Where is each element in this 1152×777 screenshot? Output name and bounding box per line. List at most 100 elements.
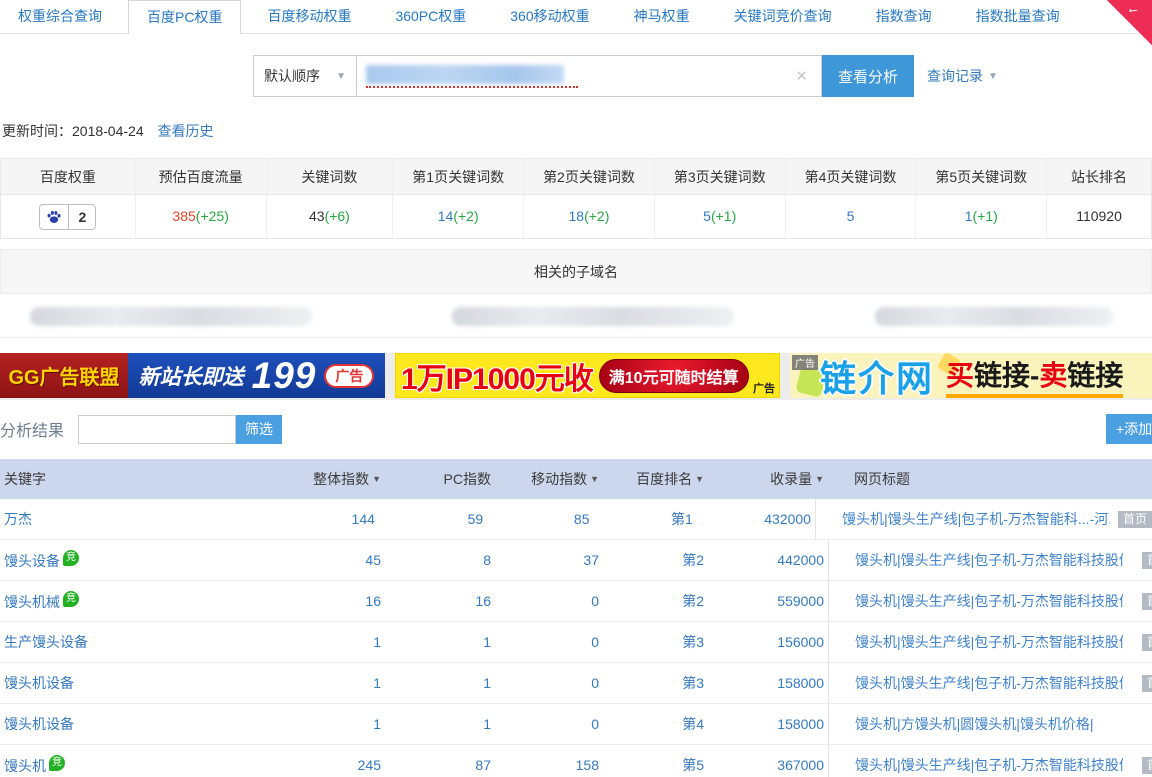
header-overall-index[interactable]: 整体指数▼: [310, 469, 385, 489]
update-time-text: 更新时间：2018-04-24: [2, 123, 144, 139]
page-title-link[interactable]: 馒头机|馒头生产线|包子机-万杰智能科技股份...: [855, 550, 1123, 570]
homepage-badge: 首页: [1142, 634, 1152, 651]
keyword-link[interactable]: 馒头机设备: [0, 673, 310, 693]
keyword-link[interactable]: 生产馒头设备: [0, 632, 310, 652]
stats-header-page4: 第4页关键词数: [786, 159, 917, 195]
keyword-link[interactable]: 万杰: [0, 509, 305, 529]
sort-icon: ▼: [695, 474, 704, 484]
stats-header-page3: 第3页关键词数: [655, 159, 786, 195]
ad3-sell: 卖: [1039, 360, 1067, 391]
page2-cell[interactable]: 18(+2): [524, 195, 655, 238]
ad-strip: GG广告联盟 新站长即送 199 广告 1万IP1000元收 满10元可随时结算…: [0, 353, 1152, 400]
page-title-link[interactable]: 馒头机|馒头生产线|包子机-万杰智能科技股份...: [855, 673, 1123, 693]
search-bar: 默认顺序 ▼ ✕ 查看分析 查询记录 ▼: [253, 55, 1152, 97]
filter-button[interactable]: 筛选: [236, 415, 282, 444]
view-history-link[interactable]: 查看历史: [158, 123, 214, 139]
analysis-results-label: 分析结果: [0, 417, 64, 441]
page1-cell[interactable]: 14(+2): [393, 195, 524, 238]
page5-cell[interactable]: 1(+1): [916, 195, 1047, 238]
bidding-icon: 竞: [63, 591, 79, 607]
ad2-text: 1万IP1000元收: [401, 354, 593, 398]
tab-360-mobile-weight[interactable]: 360移动权重: [492, 0, 607, 33]
ad-banner-ip-offer[interactable]: 1万IP1000元收 满10元可随时结算 广告: [395, 353, 780, 398]
tab-index-batch-query[interactable]: 指数批量查询: [958, 0, 1078, 33]
subdomains-section: 相关的子域名: [0, 249, 1152, 338]
bidding-icon: 竞: [63, 550, 79, 566]
sort-order-select[interactable]: 默认顺序 ▼: [253, 55, 357, 97]
page-title-link[interactable]: 馒头机|馒头生产线|包子机-万杰智能科技股份...: [855, 591, 1123, 611]
analyze-button[interactable]: 查看分析: [822, 55, 914, 97]
clear-input-icon[interactable]: ✕: [795, 67, 808, 85]
ad-banner-gg-alliance[interactable]: GG广告联盟 新站长即送 199 广告: [0, 353, 385, 398]
tab-baidu-pc-weight[interactable]: 百度PC权重: [128, 0, 241, 34]
header-mobile-index[interactable]: 移动指数▼: [495, 469, 603, 489]
update-time-row: 更新时间：2018-04-24 查看历史: [2, 121, 1152, 141]
header-indexed-count[interactable]: 收录量▼: [708, 469, 828, 489]
chevron-down-icon: ▼: [336, 71, 346, 82]
sort-icon: ▼: [372, 474, 381, 484]
tab-shenma-weight[interactable]: 神马权重: [616, 0, 708, 33]
masked-subdomain: [452, 307, 734, 326]
page4-cell[interactable]: 5: [786, 195, 917, 238]
tab-baidu-mobile-weight[interactable]: 百度移动权重: [249, 0, 369, 33]
page-title-link[interactable]: 馒头机|馒头生产线|包子机-万杰智能科技股份...: [855, 755, 1123, 775]
tab-keyword-bidding[interactable]: 关键词竞价查询: [716, 0, 850, 33]
tab-weight-overview[interactable]: 权重综合查询: [0, 0, 120, 33]
ad-banner-link-market[interactable]: 广告 链介网 买链接-卖链接: [790, 353, 1152, 398]
table-row: 馒头设备竞 45 8 37 第2 442000 馒头机|馒头生产线|包子机-万杰…: [0, 540, 1152, 581]
ad2-tag: 广告: [753, 380, 775, 396]
add-keyword-button[interactable]: +添加新词: [1106, 414, 1152, 444]
results-table: 关键字 整体指数▼ PC指数 移动指数▼ 百度排名▼ 收录量▼ 网页标题 万杰 …: [0, 459, 1152, 777]
masked-query-value: [366, 65, 564, 84]
results-header-row: 关键字 整体指数▼ PC指数 移动指数▼ 百度排名▼ 收录量▼ 网页标题: [0, 459, 1152, 499]
stats-value-row: 2 385(+25) 43(+6) 14(+2) 18(+2) 5(+1) 5 …: [1, 195, 1151, 238]
header-page-title: 网页标题: [828, 469, 1152, 489]
page-title-link[interactable]: 馒头机|馒头生产线|包子机-万杰智能科...-河...: [842, 509, 1110, 529]
chevron-down-icon: ▼: [988, 71, 998, 82]
keyword-link[interactable]: 馒头机械竞: [0, 591, 310, 612]
tab-360-pc-weight[interactable]: 360PC权重: [377, 0, 484, 33]
spellcheck-underline: [366, 86, 578, 88]
bidding-icon: 竞: [49, 755, 65, 771]
page-title-link[interactable]: 馒头机|馒头生产线|包子机-万杰智能科技股份...: [855, 632, 1123, 652]
traffic-cell: 385(+25): [136, 195, 267, 238]
stats-header-page2: 第2页关键词数: [524, 159, 655, 195]
keyword-link[interactable]: 馒头设备竞: [0, 550, 310, 571]
table-row: 馒头机设备 1 1 0 第4 158000 馒头机|方馒头机|圆馒头机|馒头机价…: [0, 704, 1152, 745]
header-baidu-rank[interactable]: 百度排名▼: [603, 469, 708, 489]
ad1-brand: GG广告联盟: [0, 353, 128, 398]
table-row: 馒头机械竞 16 16 0 第2 559000 馒头机|馒头生产线|包子机-万杰…: [0, 581, 1152, 622]
subdomains-body: [0, 294, 1152, 338]
sort-icon: ▼: [815, 474, 824, 484]
filter-input[interactable]: [78, 415, 236, 444]
stats-header-page5: 第5页关键词数: [916, 159, 1047, 195]
keyword-link[interactable]: 馒头机竞: [0, 755, 310, 776]
stats-header-rank: 站长排名: [1047, 159, 1151, 195]
page-title-link[interactable]: 馒头机|方馒头机|圆馒头机|馒头机价格|: [855, 714, 1094, 734]
ad1-number: 199: [252, 353, 317, 398]
subdomains-header: 相关的子域名: [0, 249, 1152, 294]
table-row: 生产馒头设备 1 1 0 第3 156000 馒头机|馒头生产线|包子机-万杰智…: [0, 622, 1152, 663]
analysis-filter-row: 分析结果 筛选 +添加新词: [0, 413, 1152, 445]
subdomains-title: 相关的子域名: [534, 262, 618, 282]
homepage-badge: 首页: [1142, 675, 1152, 692]
baidu-weight-cell: 2: [1, 195, 136, 238]
stats-header-traffic: 预估百度流量: [136, 159, 267, 195]
keyword-link[interactable]: 馒头机设备: [0, 714, 310, 734]
tab-index-query[interactable]: 指数查询: [858, 0, 950, 33]
url-input[interactable]: ✕: [356, 55, 822, 97]
rank-cell: 110920: [1047, 195, 1151, 238]
baidu-paw-icon: [40, 209, 68, 225]
baidu-weight-badge: 2: [39, 204, 96, 230]
ad3-tag: 广告: [792, 355, 818, 370]
masked-subdomain: [30, 307, 312, 326]
stats-header-baidu-weight: 百度权重: [1, 159, 136, 195]
homepage-badge: 首页: [1118, 511, 1152, 528]
query-records-link[interactable]: 查询记录 ▼: [927, 55, 998, 97]
page3-cell[interactable]: 5(+1): [655, 195, 786, 238]
ad1-text: 新站长即送: [139, 361, 244, 391]
ad3-buy: 买: [946, 360, 974, 391]
stats-header-row: 百度权重 预估百度流量 关键词数 第1页关键词数 第2页关键词数 第3页关键词数…: [1, 159, 1151, 195]
baidu-weight-value: 2: [69, 205, 95, 229]
homepage-badge: 首页: [1142, 593, 1152, 610]
